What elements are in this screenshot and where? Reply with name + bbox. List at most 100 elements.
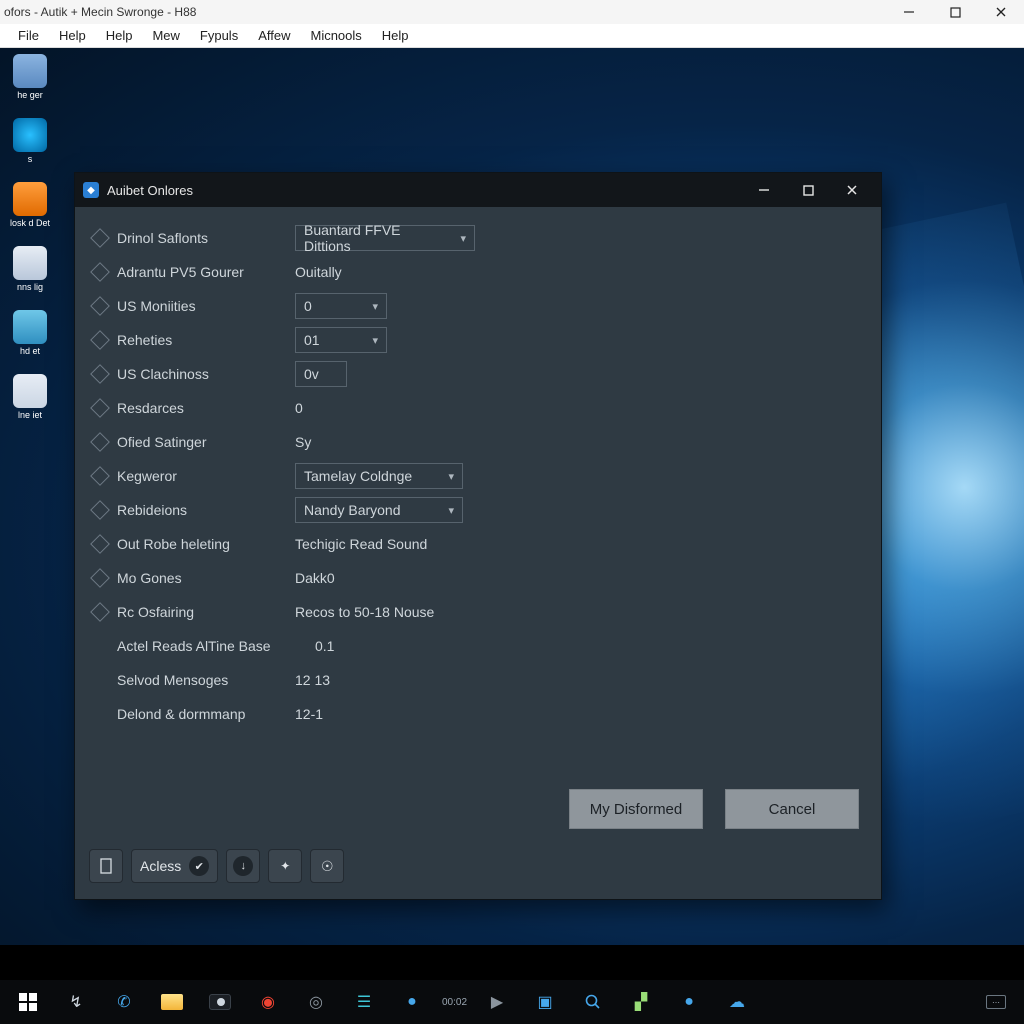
desktop-icon[interactable]: nns lig	[6, 246, 54, 292]
setting-select[interactable]: Tamelay Coldnge▾	[295, 463, 463, 489]
setting-select[interactable]: 0▾	[295, 293, 387, 319]
menu-fypuls[interactable]: Fypuls	[190, 26, 248, 45]
toolbar-copy-button[interactable]	[89, 849, 123, 883]
setting-label: Rc Osfairing	[117, 604, 295, 620]
toolbar-access-button[interactable]: Acless✔	[131, 849, 218, 883]
setting-label: US Moniities	[117, 298, 295, 314]
document-icon	[13, 246, 47, 280]
taskbar-camera-app[interactable]	[198, 982, 242, 1022]
diamond-bullet-icon	[90, 602, 110, 622]
desktop-icon[interactable]: losk d Det	[6, 182, 54, 228]
taskbar-app[interactable]: ↯	[54, 982, 98, 1022]
cancel-button[interactable]: Cancel	[725, 789, 859, 829]
diamond-bullet-icon	[90, 228, 110, 248]
diamond-bullet-icon	[90, 398, 110, 418]
setting-label: Mo Gones	[117, 570, 295, 586]
settings-dialog: ◆ Auibet Onlores Drinol Saflonts Buantar…	[74, 172, 882, 900]
menu-affew[interactable]: Affew	[248, 26, 300, 45]
taskbar-search[interactable]	[571, 982, 615, 1022]
setting-row: Ofied Satinger Sy	[93, 425, 863, 459]
setting-select[interactable]: 0v	[295, 361, 347, 387]
setting-row: Resdarces 0	[93, 391, 863, 425]
toolbar-shield-button[interactable]: ☉	[310, 849, 344, 883]
start-button[interactable]	[6, 982, 50, 1022]
setting-row: Reheties 01▾	[93, 323, 863, 357]
setting-row: US Moniities 0▾	[93, 289, 863, 323]
setting-select[interactable]: Nandy Baryond▾	[295, 497, 463, 523]
setting-select[interactable]: 01▾	[295, 327, 387, 353]
taskbar-app[interactable]: ☁	[715, 982, 759, 1022]
app-icon	[13, 182, 47, 216]
setting-row: Out Robe heleting Techigic Read Sound	[93, 527, 863, 561]
dialog-toolbar: Acless✔ ↓ ✦ ☉	[89, 849, 344, 883]
setting-label: Reheties	[117, 332, 295, 348]
toolbar-download-button[interactable]: ↓	[226, 849, 260, 883]
shield-icon: ☉	[321, 858, 334, 875]
setting-row: Kegweror Tamelay Coldnge▾	[93, 459, 863, 493]
setting-value: Recos to 50-18 Nouse	[295, 604, 434, 620]
setting-label: Actel Reads AlTine Base	[117, 638, 315, 654]
desktop-icon[interactable]: lne iet	[6, 374, 54, 420]
diamond-bullet-icon	[90, 330, 110, 350]
setting-row: Drinol Saflonts Buantard FFVE Dittions▾	[93, 221, 863, 255]
setting-value: Ouitally	[295, 264, 342, 280]
primary-button[interactable]: My Disformed	[569, 789, 703, 829]
taskbar-explorer[interactable]	[150, 982, 194, 1022]
tray-item[interactable]: ⋯	[974, 982, 1018, 1022]
tool-icon	[13, 310, 47, 344]
setting-row: Mo Gones Dakk0	[93, 561, 863, 595]
menu-file[interactable]: File	[8, 26, 49, 45]
sparkle-icon: ✦	[280, 859, 290, 873]
close-button[interactable]	[978, 0, 1024, 24]
menu-help-3[interactable]: Help	[372, 26, 419, 45]
taskbar: ↯ ✆ ◉ ◎ ☰ ● 00:02 ▶ ▣ ▞ ● ☁ ⋯	[0, 980, 1024, 1024]
taskbar-clock[interactable]: 00:02	[438, 982, 471, 1022]
desktop-icon[interactable]: he ger	[6, 54, 54, 100]
setting-value: 12 13	[295, 672, 330, 688]
dialog-titlebar[interactable]: ◆ Auibet Onlores	[75, 173, 881, 207]
setting-value: Sy	[295, 434, 311, 450]
desktop-icon[interactable]: s	[6, 118, 54, 164]
setting-label: Drinol Saflonts	[117, 230, 295, 246]
setting-label: Ofied Satinger	[117, 434, 295, 450]
diamond-bullet-icon	[90, 364, 110, 384]
taskbar-app[interactable]: ◉	[246, 982, 290, 1022]
menu-help[interactable]: Help	[49, 26, 96, 45]
taskbar-app[interactable]: ◎	[294, 982, 338, 1022]
taskbar-app[interactable]: ▞	[619, 982, 663, 1022]
chevron-down-icon: ▾	[372, 300, 378, 313]
setting-label: Kegweror	[117, 468, 295, 484]
tray-icon: ⋯	[986, 995, 1006, 1009]
setting-value: Dakk0	[295, 570, 335, 586]
dialog-maximize-button[interactable]	[787, 176, 829, 204]
toolbar-settings-button[interactable]: ✦	[268, 849, 302, 883]
browser-icon	[13, 118, 47, 152]
titlebar: ofors - Autik + Mecin Swronge - H88	[0, 0, 1024, 24]
chevron-down-icon: ▾	[448, 504, 454, 517]
taskbar-app[interactable]: ▣	[523, 982, 567, 1022]
taskbar-app[interactable]: ●	[390, 982, 434, 1022]
maximize-button[interactable]	[932, 0, 978, 24]
taskbar-app[interactable]: ☰	[342, 982, 386, 1022]
menu-help-2[interactable]: Help	[96, 26, 143, 45]
dialog-body: Drinol Saflonts Buantard FFVE Dittions▾ …	[75, 207, 881, 731]
setting-label: Selvod Mensoges	[117, 672, 295, 688]
setting-label: US Clachinoss	[117, 366, 295, 382]
dialog-title: Auibet Onlores	[107, 183, 743, 198]
menu-micnools[interactable]: Micnools	[300, 26, 371, 45]
menu-mew[interactable]: Mew	[142, 26, 189, 45]
taskbar-media-play[interactable]: ▶	[475, 982, 519, 1022]
setting-row: Actel Reads AlTine Base 0.1	[93, 629, 863, 663]
taskbar-app[interactable]: ●	[667, 982, 711, 1022]
dialog-close-button[interactable]	[831, 176, 873, 204]
dialog-window-controls	[743, 176, 873, 204]
taskbar-phone-app[interactable]: ✆	[102, 982, 146, 1022]
desktop-icon[interactable]: hd et	[6, 310, 54, 356]
minimize-button[interactable]	[886, 0, 932, 24]
dialog-minimize-button[interactable]	[743, 176, 785, 204]
diamond-bullet-icon	[90, 466, 110, 486]
diamond-bullet-icon	[90, 432, 110, 452]
desktop-icons: he ger s losk d Det nns lig hd et lne ie…	[6, 54, 54, 420]
chevron-down-icon: ▾	[448, 470, 454, 483]
setting-select[interactable]: Buantard FFVE Dittions▾	[295, 225, 475, 251]
